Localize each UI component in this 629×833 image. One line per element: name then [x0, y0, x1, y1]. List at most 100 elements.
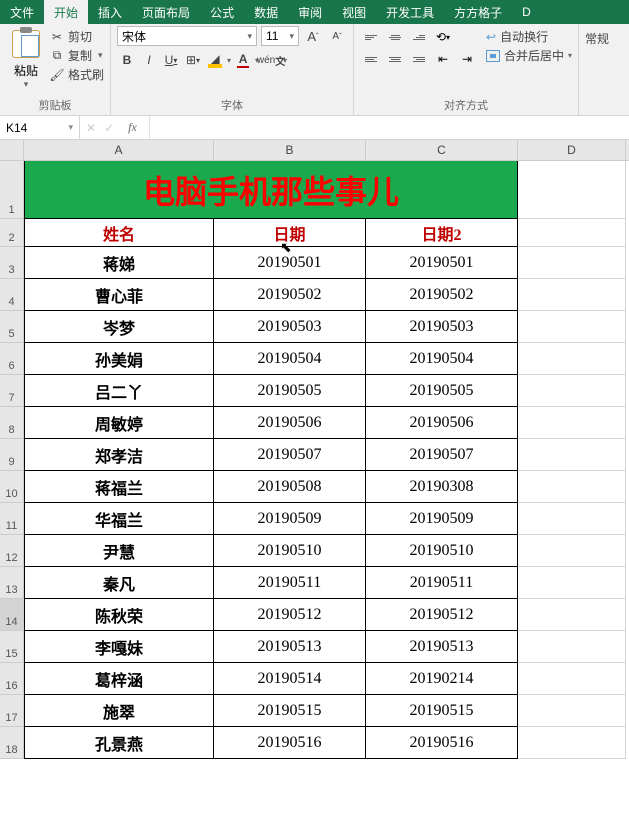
- italic-button[interactable]: I: [139, 50, 159, 70]
- fx-icon[interactable]: fx: [122, 120, 143, 135]
- align-center-button[interactable]: [384, 50, 406, 68]
- menu-data[interactable]: 数据: [244, 0, 288, 24]
- formula-input[interactable]: [150, 116, 629, 139]
- cell-date2[interactable]: 20190515: [366, 695, 518, 727]
- merge-center-button[interactable]: 合并后居中 ▾: [486, 47, 572, 64]
- align-left-button[interactable]: [360, 50, 382, 68]
- cell-date1[interactable]: 20190504: [214, 343, 366, 375]
- menu-file[interactable]: 文件: [0, 0, 44, 24]
- menu-square[interactable]: 方方格子: [444, 0, 512, 24]
- enter-check-icon[interactable]: ✓: [104, 121, 114, 135]
- row-header[interactable]: 2: [0, 219, 24, 247]
- row-header[interactable]: 9: [0, 439, 24, 471]
- cell-date1[interactable]: 20190503: [214, 311, 366, 343]
- row-header[interactable]: 18: [0, 727, 24, 759]
- row-header[interactable]: 17: [0, 695, 24, 727]
- cell-date2[interactable]: 20190501: [366, 247, 518, 279]
- copy-button[interactable]: ⧉ 复制▾: [50, 47, 104, 64]
- font-color-button[interactable]: A: [233, 50, 253, 70]
- title-cell[interactable]: 电脑手机那些事儿: [24, 161, 518, 219]
- row-header[interactable]: 7: [0, 375, 24, 407]
- fill-color-button[interactable]: ◢: [205, 50, 225, 70]
- row-header[interactable]: 4: [0, 279, 24, 311]
- row-header[interactable]: 14: [0, 599, 24, 631]
- menu-formula[interactable]: 公式: [200, 0, 244, 24]
- cell-date2[interactable]: 20190503: [366, 311, 518, 343]
- cell-date2[interactable]: 20190504: [366, 343, 518, 375]
- cell-date2[interactable]: 20190513: [366, 631, 518, 663]
- row-header[interactable]: 6: [0, 343, 24, 375]
- shrink-font-button[interactable]: Aˇ: [327, 26, 347, 46]
- indent-dec-button[interactable]: ⇤: [432, 50, 454, 68]
- name-box[interactable]: K14 ▾: [0, 116, 80, 139]
- cancel-x-icon[interactable]: ✕: [86, 121, 96, 135]
- menu-dev[interactable]: 开发工具: [376, 0, 444, 24]
- cell-date1[interactable]: 20190509: [214, 503, 366, 535]
- cell-date1[interactable]: 20190508: [214, 471, 366, 503]
- cell-date2[interactable]: 20190512: [366, 599, 518, 631]
- menu-layout[interactable]: 页面布局: [132, 0, 200, 24]
- row-header[interactable]: 10: [0, 471, 24, 503]
- row-header[interactable]: 15: [0, 631, 24, 663]
- row-header[interactable]: 11: [0, 503, 24, 535]
- cell-date2[interactable]: 20190308: [366, 471, 518, 503]
- cell-date1[interactable]: 20190513: [214, 631, 366, 663]
- align-bottom-button[interactable]: [408, 28, 430, 46]
- align-middle-button[interactable]: [384, 28, 406, 46]
- row-header[interactable]: 1: [0, 161, 24, 219]
- cell-name[interactable]: 葛梓涵: [24, 663, 214, 695]
- cell-name[interactable]: 郑孝洁: [24, 439, 214, 471]
- cell-name[interactable]: 秦凡: [24, 567, 214, 599]
- cell-name[interactable]: 华福兰: [24, 503, 214, 535]
- row-header[interactable]: 8: [0, 407, 24, 439]
- cell-name[interactable]: 孙美娟: [24, 343, 214, 375]
- align-right-button[interactable]: [408, 50, 430, 68]
- grow-font-button[interactable]: Aˆ: [303, 26, 323, 46]
- cell-date1[interactable]: 20190507: [214, 439, 366, 471]
- indent-inc-button[interactable]: ⇥: [456, 50, 478, 68]
- col-header-c[interactable]: C: [366, 140, 518, 160]
- cell-name[interactable]: 陈秋荣: [24, 599, 214, 631]
- menu-view[interactable]: 视图: [332, 0, 376, 24]
- menu-d[interactable]: D: [512, 0, 541, 24]
- cell-name[interactable]: 蒋福兰: [24, 471, 214, 503]
- header-name[interactable]: 姓名: [24, 219, 214, 247]
- menu-review[interactable]: 审阅: [288, 0, 332, 24]
- cell-name[interactable]: 施翠: [24, 695, 214, 727]
- cell-date2[interactable]: 20190509: [366, 503, 518, 535]
- border-button[interactable]: ⊞▾: [183, 50, 203, 70]
- bold-button[interactable]: B: [117, 50, 137, 70]
- cell-date1[interactable]: 20190505: [214, 375, 366, 407]
- font-name-combo[interactable]: 宋体 ▾: [117, 26, 257, 46]
- underline-button[interactable]: U▾: [161, 50, 181, 70]
- cell-name[interactable]: 曹心菲: [24, 279, 214, 311]
- phonetic-button[interactable]: wén文: [261, 50, 281, 70]
- cell-name[interactable]: 尹慧: [24, 535, 214, 567]
- paste-button[interactable]: 粘贴 ▾: [6, 26, 46, 90]
- col-header-d[interactable]: D: [518, 140, 626, 160]
- cell-name[interactable]: 周敏婷: [24, 407, 214, 439]
- wrap-text-button[interactable]: ↩ 自动换行: [486, 28, 572, 45]
- row-header[interactable]: 13: [0, 567, 24, 599]
- cell-name[interactable]: 孔景燕: [24, 727, 214, 759]
- cell-date2[interactable]: 20190511: [366, 567, 518, 599]
- col-header-a[interactable]: A: [24, 140, 214, 160]
- cell-date2[interactable]: 20190507: [366, 439, 518, 471]
- menu-home[interactable]: 开始: [44, 0, 88, 24]
- cell-date1[interactable]: 20190506: [214, 407, 366, 439]
- col-header-b[interactable]: B: [214, 140, 366, 160]
- cell-date2[interactable]: 20190516: [366, 727, 518, 759]
- cell-date2[interactable]: 20190214: [366, 663, 518, 695]
- cell-name[interactable]: 岑梦: [24, 311, 214, 343]
- cell-date1[interactable]: 20190511: [214, 567, 366, 599]
- header-date2[interactable]: 日期2: [366, 219, 518, 247]
- cell-date1[interactable]: 20190515: [214, 695, 366, 727]
- align-top-button[interactable]: [360, 28, 382, 46]
- format-painter-button[interactable]: 🖌 格式刷: [50, 66, 104, 83]
- cell-date1[interactable]: 20190501: [214, 247, 366, 279]
- row-header[interactable]: 3: [0, 247, 24, 279]
- cell-date2[interactable]: 20190505: [366, 375, 518, 407]
- cell-name[interactable]: 吕二丫: [24, 375, 214, 407]
- number-format-combo[interactable]: 常规: [585, 26, 609, 47]
- cell-date2[interactable]: 20190502: [366, 279, 518, 311]
